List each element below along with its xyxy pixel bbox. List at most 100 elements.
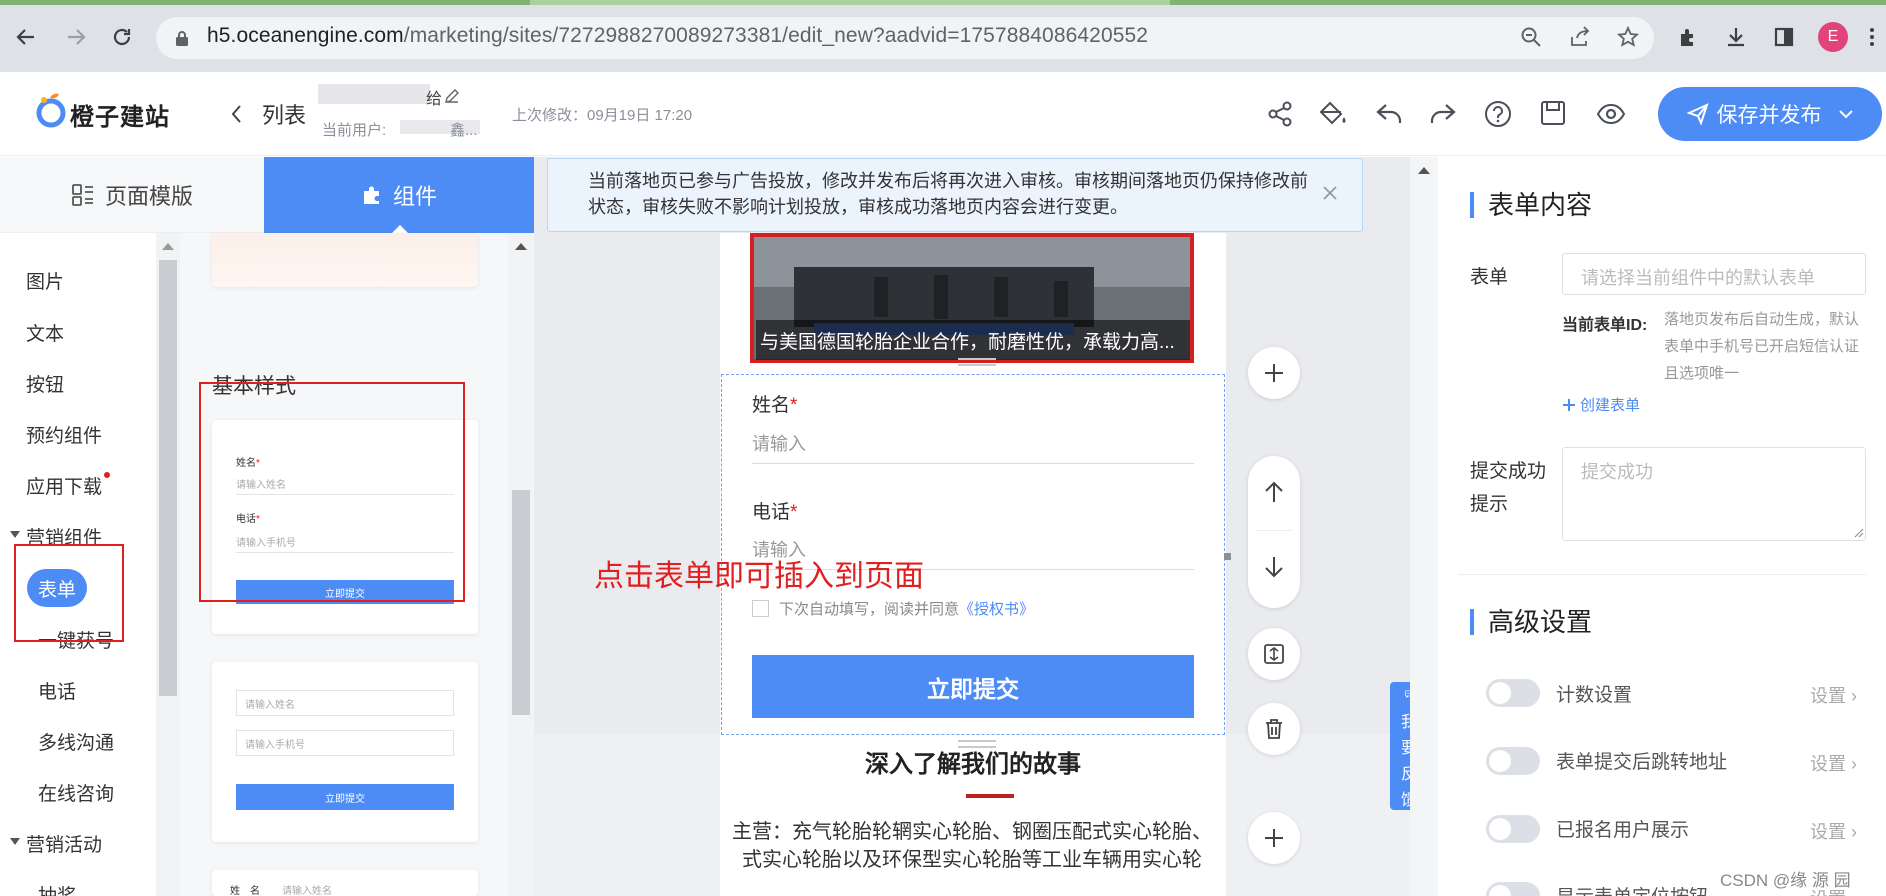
- category-online-consult[interactable]: 在线咨询: [38, 779, 114, 806]
- active-tab-strip: [530, 0, 1170, 5]
- registered-users-link[interactable]: 设置 ›: [1810, 818, 1857, 844]
- form-phone-label: 电话*: [752, 502, 798, 523]
- add-component-button[interactable]: [1248, 812, 1300, 864]
- tab-page-templates[interactable]: 页面模版: [0, 157, 264, 233]
- add-component-button[interactable]: [1248, 347, 1300, 399]
- name-underline: [752, 463, 1194, 464]
- save-and-publish-button[interactable]: 保存并发布: [1658, 87, 1882, 141]
- annotation-box-form-style: [199, 382, 465, 602]
- consent-row: 下次自动填写，阅读并同意《授权书》: [752, 598, 1034, 619]
- category-marketing-activity[interactable]: 营销活动: [26, 830, 102, 857]
- undo-icon[interactable]: [1374, 100, 1404, 130]
- profile-avatar[interactable]: E: [1818, 22, 1848, 52]
- photo-caption: 与美国德国轮胎企业合作，耐磨性优，承载力高...: [756, 320, 1190, 360]
- back-arrow-icon[interactable]: [10, 21, 42, 53]
- category-button[interactable]: 按钮: [26, 370, 64, 397]
- category-multi-line[interactable]: 多线沟通: [38, 728, 114, 755]
- create-form-label: 创建表单: [1580, 397, 1641, 414]
- download-icon[interactable]: [1720, 21, 1752, 53]
- page-name-blurred: [318, 84, 430, 104]
- active-tab-pointer: [392, 225, 408, 233]
- move-down-arrow-icon[interactable]: [1263, 555, 1285, 579]
- redirect-setting-link[interactable]: 设置 ›: [1810, 750, 1857, 776]
- category-scroll-thumb[interactable]: [159, 260, 177, 696]
- vertical-resize-icon: [1264, 644, 1284, 664]
- sidebar-toggle-icon[interactable]: [1768, 21, 1800, 53]
- puzzle-icon: [363, 186, 379, 204]
- forward-arrow-icon[interactable]: [60, 21, 92, 53]
- redo-icon[interactable]: [1428, 100, 1458, 130]
- chevron-down-icon[interactable]: [1838, 109, 1854, 119]
- lock-icon[interactable]: [175, 30, 189, 47]
- current-form-id-note: 落地页发布后自动生成，默认表单中手机号已开启短信认证且选项唯一: [1664, 311, 1860, 382]
- default-form-select[interactable]: 请选择当前组件中的默认表单: [1562, 253, 1866, 295]
- zoom-icon[interactable]: [1515, 21, 1547, 53]
- success-tip-label-1: 提交成功: [1470, 461, 1547, 482]
- form-name-label: 姓名*: [752, 395, 798, 416]
- story-text-line-1: 主营：充气轮胎轮辋实心轮胎、钢圈压配式实心轮胎、: [732, 821, 1212, 843]
- tab-components[interactable]: 组件: [264, 157, 534, 233]
- form-submit-button[interactable]: 立即提交: [752, 655, 1194, 718]
- consent-checkbox[interactable]: [752, 600, 769, 617]
- redirect-setting-toggle[interactable]: [1486, 747, 1540, 775]
- category-lottery[interactable]: 抽奖: [38, 881, 76, 896]
- back-to-list-link[interactable]: 列表: [262, 98, 306, 130]
- review-notice-text: 当前落地页已参与广告投放，修改并发布后将再次进入审核。审核期间落地页仍保持修改前…: [588, 171, 1308, 217]
- url-text[interactable]: h5.oceanengine.com/marketing/sites/72729…: [207, 24, 1148, 48]
- form-name-input[interactable]: 请输入: [752, 430, 806, 456]
- save-icon[interactable]: [1540, 100, 1570, 130]
- delete-button[interactable]: [1248, 703, 1300, 755]
- category-phone[interactable]: 电话: [38, 677, 76, 704]
- height-adjust-button[interactable]: [1248, 628, 1300, 680]
- form-label: 表单: [1470, 267, 1509, 288]
- canvas-scrollbar[interactable]: [1410, 157, 1438, 896]
- preview-eye-icon[interactable]: [1596, 100, 1626, 130]
- current-form-id-label: 当前表单ID:: [1562, 317, 1648, 334]
- form-locate-toggle[interactable]: [1486, 882, 1540, 896]
- help-icon[interactable]: [1484, 100, 1514, 130]
- scroll-up-arrow-icon[interactable]: [515, 242, 527, 250]
- create-form-link[interactable]: 创建表单: [1562, 394, 1640, 415]
- paint-bucket-icon[interactable]: [1318, 100, 1348, 130]
- share-page-icon[interactable]: [1564, 21, 1596, 53]
- registered-users-label: 已报名用户展示: [1556, 820, 1690, 841]
- reload-icon[interactable]: [106, 21, 138, 53]
- close-icon[interactable]: [1322, 185, 1338, 201]
- authorization-link[interactable]: 《授权书》: [959, 601, 1034, 618]
- story-text-line-2: 式实心轮胎以及环保型实心轮胎等工业车辆用实心轮: [742, 849, 1202, 871]
- form-style-card-3[interactable]: 姓 名 请输入姓名: [212, 870, 478, 896]
- previous-style-card[interactable]: [212, 233, 478, 287]
- registered-users-toggle[interactable]: [1486, 815, 1540, 843]
- scroll-up-arrow-icon[interactable]: [162, 242, 174, 250]
- publish-label: 保存并发布: [1716, 104, 1822, 127]
- category-booking[interactable]: 预约组件: [26, 421, 102, 448]
- form-style-card-2[interactable]: 请输入姓名 请输入手机号 立即提交: [212, 662, 478, 842]
- story-text: 主营：充气轮胎轮辋实心轮胎、钢圈压配式实心轮胎、 式实心轮胎以及环保型实心轮胎等…: [718, 818, 1226, 878]
- scroll-up-arrow-icon[interactable]: [1418, 166, 1430, 174]
- form-content-title: 表单内容: [1470, 192, 1592, 218]
- bookmark-star-icon[interactable]: [1612, 21, 1644, 53]
- category-app-download[interactable]: 应用下载: [26, 472, 102, 499]
- chevron-left-icon[interactable]: [230, 104, 242, 124]
- caret-down-icon[interactable]: [10, 838, 20, 846]
- caret-down-icon[interactable]: [10, 531, 20, 539]
- success-tip-textarea[interactable]: 提交成功: [1562, 447, 1866, 541]
- category-image[interactable]: 图片: [26, 267, 64, 294]
- count-setting-link[interactable]: 设置 ›: [1810, 682, 1857, 708]
- resize-handle[interactable]: [1224, 553, 1231, 560]
- edit-pencil-icon[interactable]: [444, 88, 460, 104]
- extensions-icon[interactable]: [1672, 21, 1704, 53]
- move-tools: [1248, 456, 1300, 608]
- browser-menu-icon[interactable]: [1862, 21, 1882, 53]
- last-modified: 上次修改：09月19日 17:20: [512, 107, 693, 124]
- category-text[interactable]: 文本: [26, 319, 64, 346]
- drag-handle[interactable]: [958, 358, 996, 366]
- annotation-box-form-category: [14, 544, 124, 642]
- page-name-tail: 给: [426, 91, 443, 108]
- textarea-resize-icon[interactable]: [1854, 528, 1864, 538]
- count-setting-toggle[interactable]: [1486, 679, 1540, 707]
- preview-scroll-thumb[interactable]: [512, 490, 530, 715]
- move-up-arrow-icon[interactable]: [1263, 480, 1285, 504]
- template-icon: [72, 184, 93, 206]
- share-icon[interactable]: [1266, 100, 1296, 130]
